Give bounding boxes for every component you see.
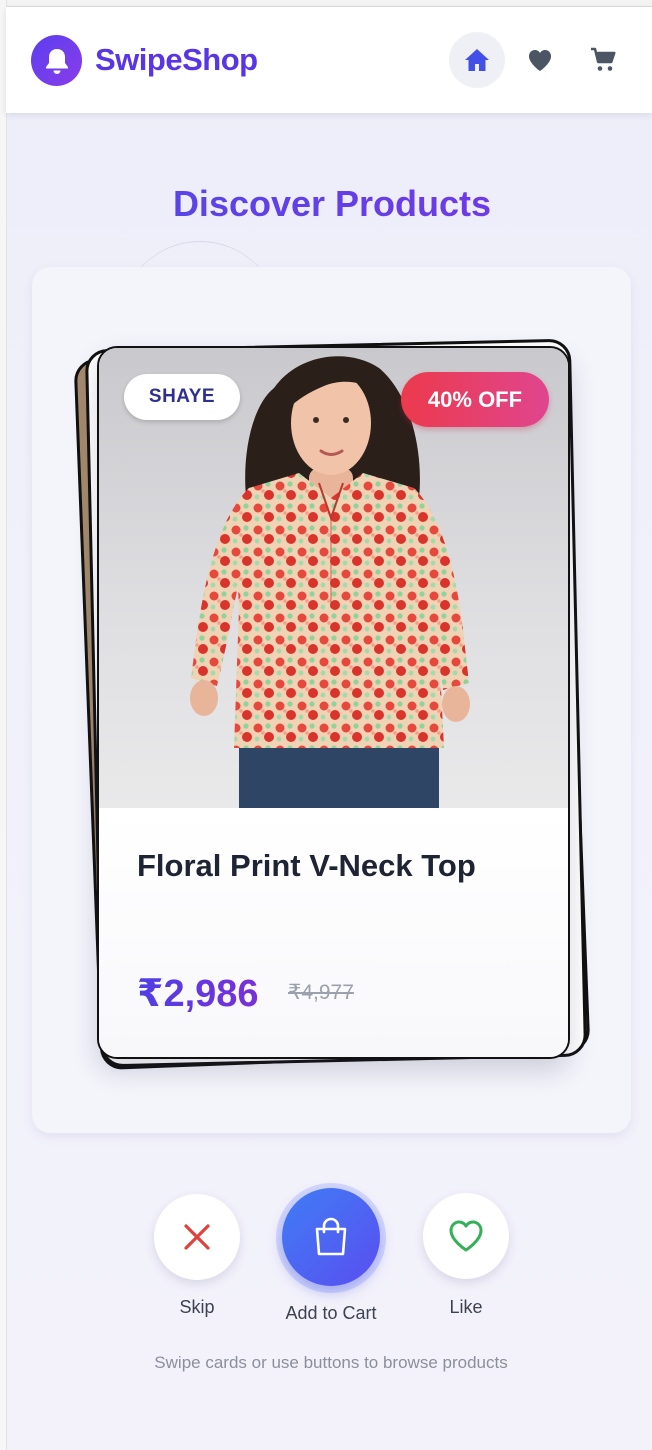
- product-info: Floral Print V-Neck Top ₹2,986 ₹4,977: [99, 808, 568, 1057]
- product-name: Floral Print V-Neck Top: [137, 848, 476, 883]
- skip-label: Skip: [179, 1297, 215, 1317]
- window-edge: [0, 0, 652, 7]
- skip-button[interactable]: [154, 1194, 240, 1280]
- cart-icon: [591, 47, 616, 71]
- product-price: ₹2,986: [137, 973, 259, 1015]
- like-button[interactable]: [423, 1193, 509, 1279]
- add-to-cart-button[interactable]: [282, 1188, 380, 1286]
- brand-name[interactable]: SwipeShop: [95, 42, 258, 78]
- shopping-bag-icon: [315, 1217, 347, 1256]
- product-image: SHAYE 40% OFF: [99, 348, 568, 808]
- nav-cart-button[interactable]: [575, 32, 631, 88]
- logo[interactable]: [31, 35, 82, 86]
- nav-favorites-button[interactable]: [512, 32, 568, 88]
- discount-badge: 40% OFF: [401, 372, 549, 427]
- product-card[interactable]: SHAYE 40% OFF Floral Print V-Neck Top ₹2…: [97, 346, 570, 1059]
- page-title: Discover Products: [0, 183, 652, 225]
- app-header: SwipeShop: [6, 7, 652, 113]
- heart-icon: [529, 50, 551, 71]
- like-label: Like: [449, 1297, 483, 1317]
- bell-icon: [45, 48, 68, 74]
- swipe-hint: Swipe cards or use buttons to browse pro…: [154, 1353, 508, 1372]
- original-price: ₹4,977: [288, 981, 354, 1004]
- home-icon: [465, 49, 489, 71]
- nav-home-button[interactable]: [449, 32, 505, 88]
- heart-outline-icon: [449, 1220, 483, 1252]
- add-to-cart-label: Add to Cart: [285, 1303, 377, 1323]
- close-icon: [184, 1224, 210, 1250]
- brand-badge: SHAYE: [124, 374, 240, 420]
